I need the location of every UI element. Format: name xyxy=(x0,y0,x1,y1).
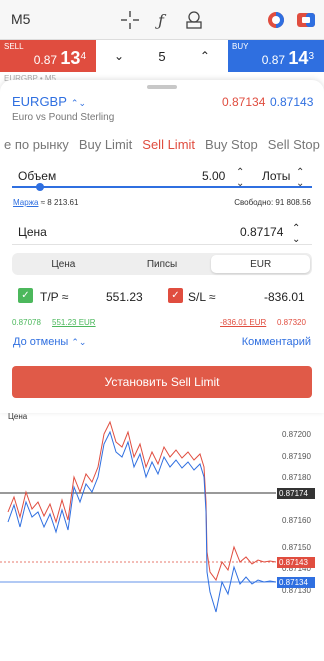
place-order-button[interactable]: Установить Sell Limit xyxy=(12,366,312,398)
tab-sell-limit[interactable]: Sell Limit xyxy=(142,137,195,152)
bid-series-line xyxy=(7,430,277,613)
one-click-trading-icon[interactable] xyxy=(296,10,316,30)
tp-input[interactable]: 551.23 xyxy=(106,290,143,304)
axis-tick: 0.87180 xyxy=(282,473,311,482)
price-stepper-icon[interactable]: ⌃ ⌄ xyxy=(292,223,300,245)
margin-info: Маржа ≈ 8 213.61 xyxy=(13,198,79,207)
sl-money[interactable]: -836.01 EUR xyxy=(220,318,266,327)
shapes-icon[interactable] xyxy=(184,10,204,30)
crosshair-icon[interactable] xyxy=(120,10,140,30)
tp-checkbox[interactable]: ✓ xyxy=(18,288,33,303)
tab-buy-stop[interactable]: Buy Stop xyxy=(205,137,258,152)
sheet-grabber[interactable] xyxy=(147,85,177,89)
tp-price: 0.87078 xyxy=(12,318,41,327)
axis-tick: 0.87200 xyxy=(282,430,311,439)
quote-bar: SELL 0.87 134 ⌄ 5 ⌃ BUY 0.87 143 xyxy=(0,40,324,72)
ask-series-line xyxy=(7,420,277,582)
axis-tick: 0.87150 xyxy=(282,543,311,552)
sl-input[interactable]: -836.01 xyxy=(264,290,305,304)
tp-money[interactable]: 551.23 EUR xyxy=(52,318,96,327)
price-input[interactable]: 0.87174 xyxy=(240,225,283,239)
volume-unit-selector[interactable]: Лоты xyxy=(262,169,290,183)
bid-price-tag: 0.87134 xyxy=(277,577,315,588)
header-ask: 0.87143 xyxy=(270,95,314,109)
pending-price-tag: 0.87174 xyxy=(277,488,315,499)
sell-button[interactable]: SELL 0.87 134 xyxy=(0,40,96,72)
margin-link[interactable]: Маржа xyxy=(13,198,38,207)
buy-label: BUY xyxy=(232,42,249,51)
volume-label: Объем xyxy=(18,169,57,183)
tab-sell-stop[interactable]: Sell Stop xyxy=(268,137,320,152)
segment-pips[interactable]: Пипсы xyxy=(113,255,212,273)
price-line-label: Цена xyxy=(8,412,28,421)
tab-market[interactable]: е по рынку xyxy=(4,137,69,152)
sl-label: S/L ≈ xyxy=(188,290,216,304)
volume-slider[interactable] xyxy=(12,183,312,191)
ask-price-tag: 0.87143 xyxy=(277,557,315,568)
sell-label: SELL xyxy=(4,42,24,51)
symbol-selector[interactable]: EURGBP ⌃⌄ xyxy=(12,94,86,109)
volume-increase-button[interactable]: ⌃ xyxy=(200,49,210,63)
sl-price: 0.87320 xyxy=(277,318,306,327)
tab-buy-limit[interactable]: Buy Limit xyxy=(79,137,132,152)
timeframe-button[interactable]: M5 xyxy=(11,11,30,27)
chevron-updown-icon: ⌃⌄ xyxy=(70,98,86,108)
tp-sl-details: 0.87078 551.23 EUR -836.01 EUR 0.87320 xyxy=(12,318,312,328)
free-margin: Свободно: 91 808.56 xyxy=(234,198,311,207)
price-row: Цена 0.87174 ⌃ ⌄ xyxy=(12,217,312,245)
function-icon[interactable]: ƒ xyxy=(151,10,171,30)
tpsl-mode-segment: Цена Пипсы EUR xyxy=(12,253,312,275)
expiry-selector[interactable]: До отмены ⌃⌄ xyxy=(13,336,86,348)
volume-value[interactable]: 5 xyxy=(158,49,165,64)
segment-price[interactable]: Цена xyxy=(14,255,113,273)
symbol-description: Euro vs Pound Sterling xyxy=(12,112,115,123)
volume-decrease-button[interactable]: ⌄ xyxy=(114,49,124,63)
sl-checkbox[interactable]: ✓ xyxy=(168,288,183,303)
axis-tick: 0.87160 xyxy=(282,516,311,525)
tp-label: T/P ≈ xyxy=(40,290,69,304)
header-bid: 0.87134 xyxy=(222,95,266,109)
sell-price: 0.87 134 xyxy=(33,48,86,68)
volume-selector: ⌄ 5 ⌃ xyxy=(96,40,228,72)
buy-price: 0.87 143 xyxy=(261,48,314,68)
chevron-updown-icon: ⌃⌄ xyxy=(71,337,87,347)
segment-eur[interactable]: EUR xyxy=(211,255,311,273)
axis-tick: 0.87190 xyxy=(282,452,311,461)
trade-toggle-icon[interactable] xyxy=(266,10,286,30)
top-toolbar: M5 ƒ xyxy=(0,0,324,40)
volume-input[interactable]: 5.00 xyxy=(202,169,225,183)
order-sheet: EURGBP ⌃⌄ Euro vs Pound Sterling 0.87134 … xyxy=(0,80,324,413)
order-type-tabs: е по рынку Buy Limit Sell Limit Buy Stop… xyxy=(0,130,324,158)
slider-knob[interactable] xyxy=(36,183,44,191)
price-label: Цена xyxy=(18,225,47,239)
buy-button[interactable]: BUY 0.87 143 xyxy=(228,40,324,72)
comment-link[interactable]: Комментарий xyxy=(242,336,311,348)
tp-sl-row: ✓ T/P ≈ 551.23 ✓ S/L ≈ -836.01 xyxy=(12,283,312,311)
